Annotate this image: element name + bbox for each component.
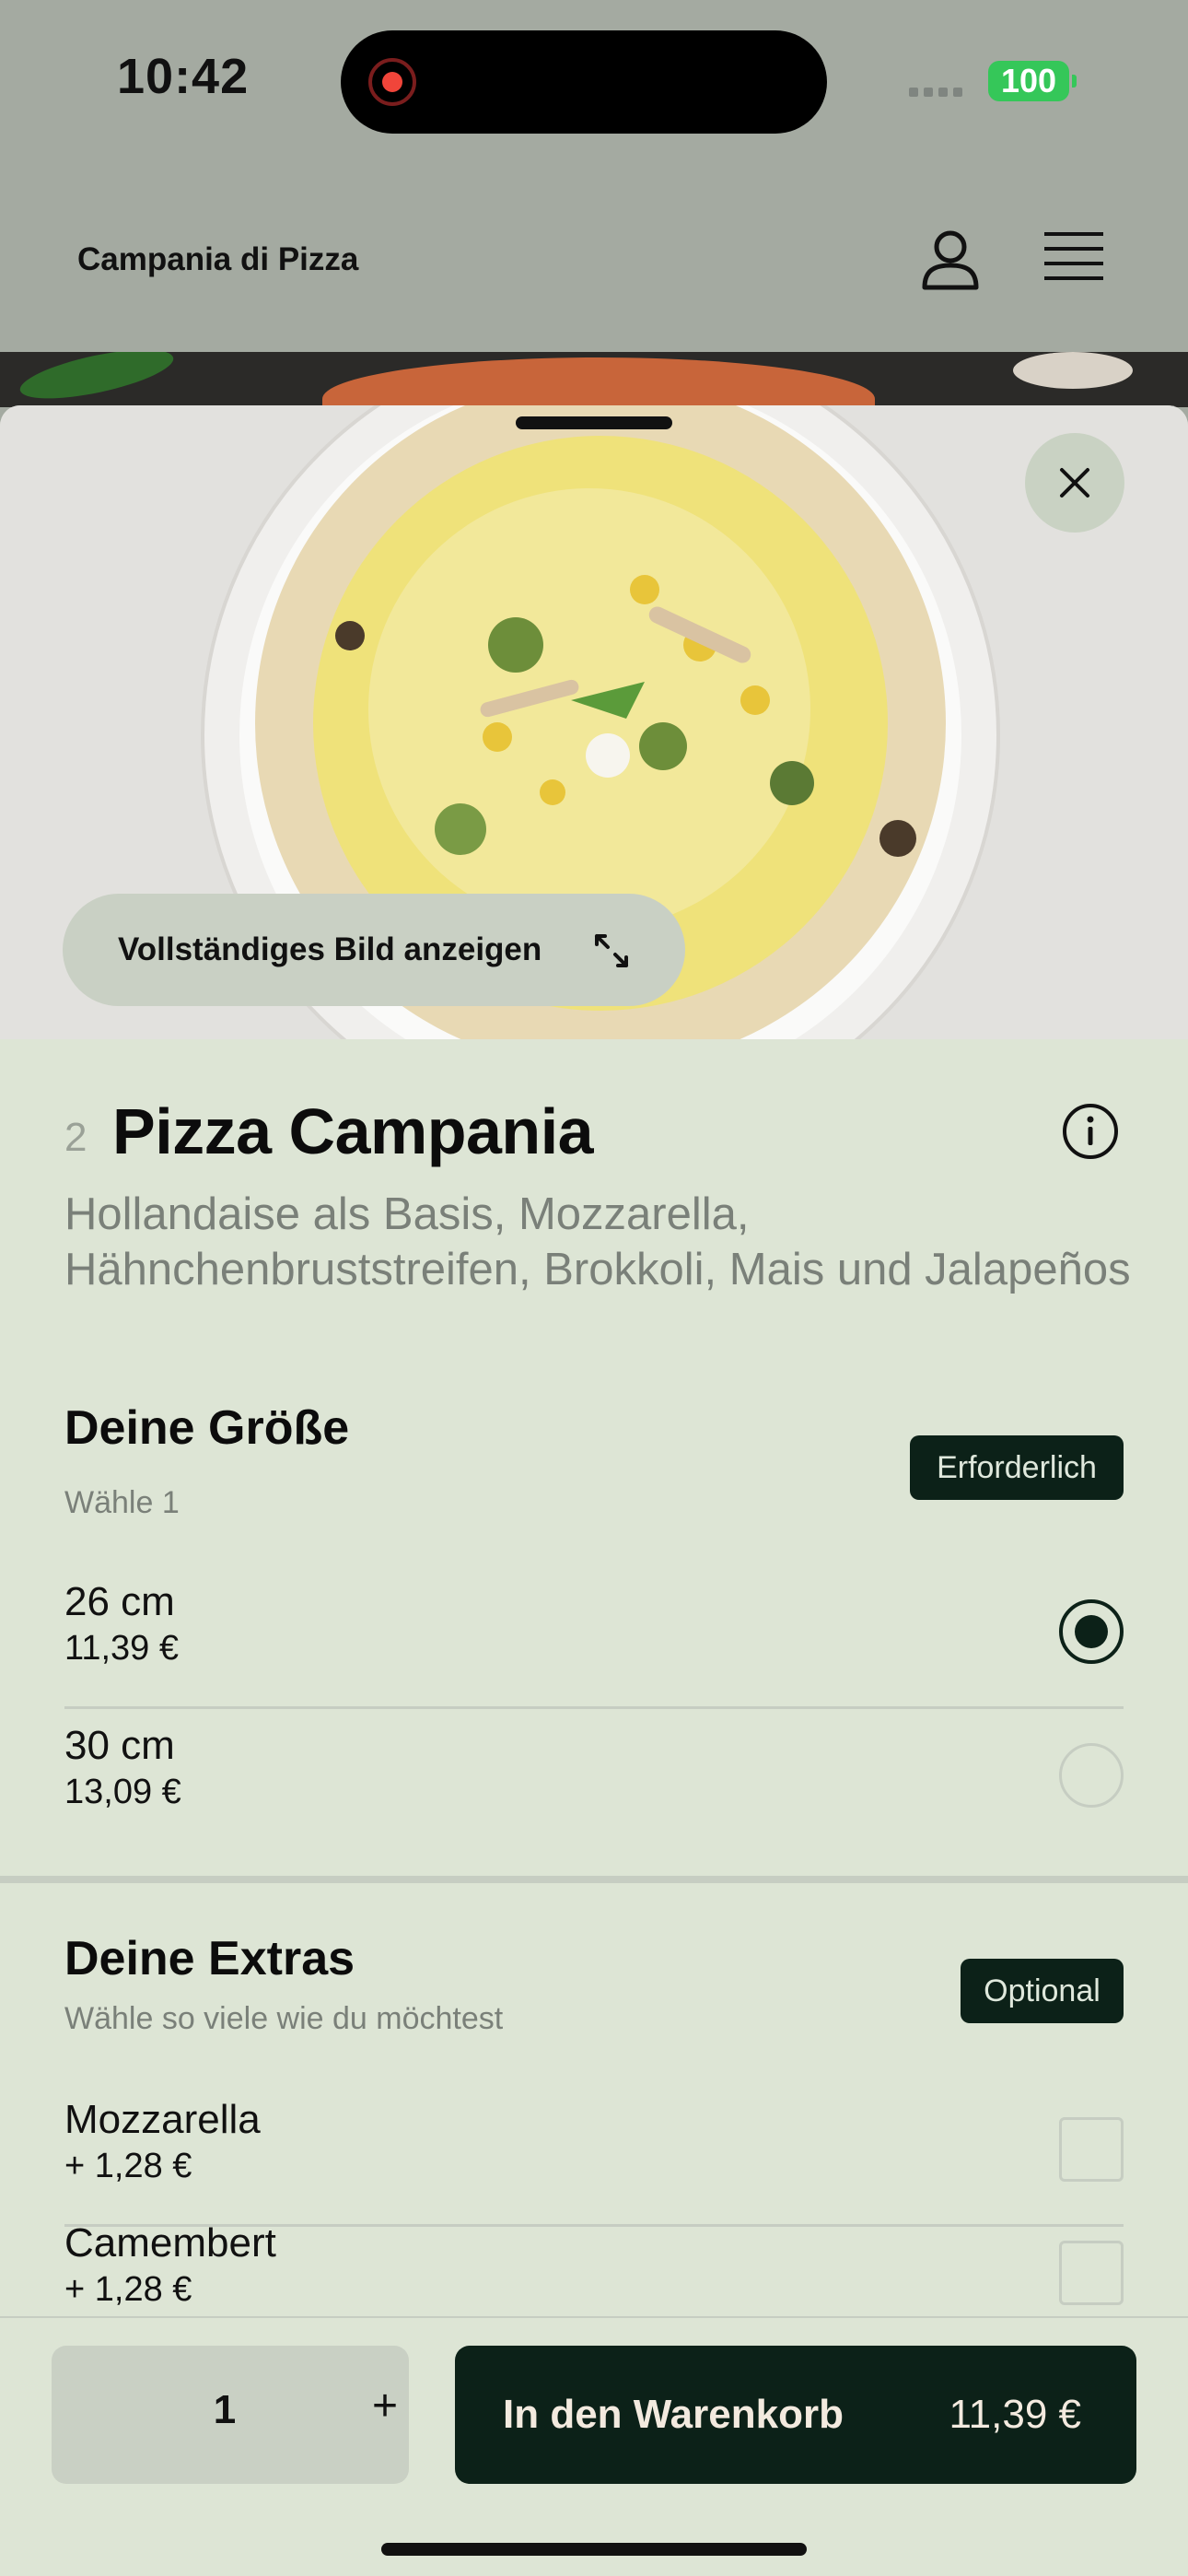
product-number: 2: [64, 1115, 87, 1160]
close-icon: [1060, 468, 1089, 498]
radio-unselected[interactable]: [1059, 1743, 1124, 1808]
view-full-image-label: Vollständiges Bild anzeigen: [118, 931, 542, 967]
extras-section-subtitle: Wähle so viele wie du möchtest: [64, 2001, 504, 2036]
hamburger-menu-icon: [1044, 232, 1103, 280]
view-full-image-button[interactable]: Vollständiges Bild anzeigen: [63, 894, 685, 1006]
menu-button[interactable]: [1039, 228, 1109, 293]
size-section-title: Deine Größe: [64, 1401, 350, 1455]
quantity-value: 1: [213, 2387, 237, 2432]
option-price: 13,09 €: [64, 1773, 181, 1811]
option-price: + 1,28 €: [64, 2270, 192, 2309]
brand-title[interactable]: Campania di Pizza: [77, 241, 358, 278]
radio-selected[interactable]: [1059, 1599, 1124, 1664]
option-price: 11,39 €: [64, 1629, 179, 1668]
quantity-stepper[interactable]: 1 +: [52, 2346, 409, 2484]
sheet-drag-handle[interactable]: [516, 416, 672, 429]
info-icon[interactable]: [1061, 1102, 1120, 1161]
account-button[interactable]: [914, 223, 987, 297]
option-price: + 1,28 €: [64, 2147, 192, 2185]
status-bar: 10:42 100: [0, 0, 1188, 166]
cart-total: 11,39 €: [949, 2392, 1081, 2437]
option-name: 26 cm: [64, 1579, 175, 1624]
option-name: Camembert: [64, 2220, 276, 2266]
product-name: Pizza Campania: [112, 1095, 594, 1167]
home-indicator[interactable]: [381, 2543, 807, 2556]
status-time: 10:42: [117, 49, 250, 104]
bottom-action-bar: 1 + In den Warenkorb 11,39 €: [0, 2316, 1188, 2576]
product-description: Hollandaise als Basis, Mozzarella, Hähnc…: [64, 1189, 1131, 1294]
optional-badge: Optional: [961, 1959, 1124, 2023]
option-name: 30 cm: [64, 1723, 175, 1768]
app-header: Campania di Pizza: [0, 166, 1188, 352]
size-option-30cm[interactable]: 30 cm 13,09 €: [64, 1703, 1124, 1846]
add-to-cart-label: In den Warenkorb: [503, 2392, 844, 2437]
battery-icon: 100: [988, 61, 1077, 101]
extras-section-title: Deine Extras: [64, 1932, 355, 1985]
close-button[interactable]: [1025, 433, 1124, 533]
product-image: Vollständiges Bild anzeigen: [0, 405, 1188, 1039]
size-section-subtitle: Wähle 1: [64, 1485, 180, 1520]
product-detail-sheet: Vollständiges Bild anzeigen 2 Pizza Camp…: [0, 405, 1188, 2576]
add-to-cart-button[interactable]: In den Warenkorb 11,39 €: [455, 2346, 1136, 2484]
recording-indicator-icon: [368, 58, 416, 106]
signal-icon: [909, 88, 962, 97]
expand-icon: [595, 934, 628, 967]
background-banner-image: [0, 352, 1188, 407]
required-badge: Erforderlich: [910, 1435, 1124, 1500]
section-separator: [0, 1876, 1188, 1883]
checkbox[interactable]: [1059, 2117, 1124, 2182]
extra-option-mozzarella[interactable]: Mozzarella + 1,28 €: [64, 2077, 1124, 2220]
user-icon: [922, 230, 979, 290]
increase-quantity-button[interactable]: +: [372, 2381, 437, 2431]
checkbox[interactable]: [1059, 2241, 1124, 2305]
option-name: Mozzarella: [64, 2097, 261, 2142]
size-option-26cm[interactable]: 26 cm 11,39 €: [64, 1559, 1124, 1703]
dynamic-island: [341, 30, 827, 134]
